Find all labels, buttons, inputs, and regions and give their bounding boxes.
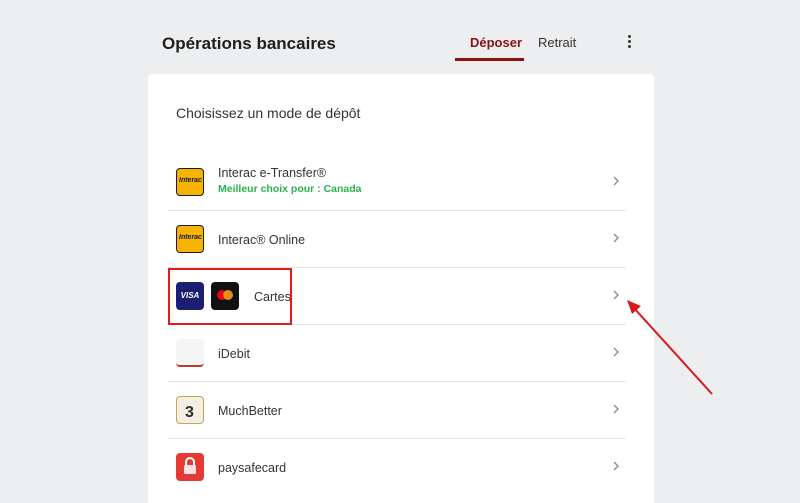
interac-logo-icon: Interac [176,168,204,196]
method-name: MuchBetter [218,404,282,418]
chevron-right-icon [613,404,619,414]
page-title: Opérations bancaires [162,34,336,53]
muchbetter-logo-icon: 3 [176,396,204,424]
method-interac-online[interactable]: Interac Interac® Online [168,211,626,268]
best-choice-note: Meilleur choix pour : Canada [218,183,362,195]
method-name: Interac® Online [218,233,306,247]
method-muchbetter[interactable]: 3 MuchBetter [168,382,626,439]
paysafecard-logo-icon [176,453,204,481]
method-interac-etransfer[interactable]: Interac Interac e-Transfer® Meilleur cho… [168,154,626,211]
more-options-icon[interactable] [625,35,633,51]
method-idebit[interactable]: iDebit [168,325,626,382]
method-name: paysafecard [218,461,287,475]
chevron-right-icon [613,347,619,357]
chevron-right-icon [613,176,619,186]
tab-withdraw[interactable]: Retrait [538,35,576,50]
idebit-logo-icon [176,339,204,367]
svg-text:3: 3 [185,404,194,421]
method-name: iDebit [218,347,250,361]
method-paysafecard[interactable]: paysafecard [168,439,626,496]
section-subtitle: Choisissez un mode de dépôt [176,105,361,121]
interac-logo-icon: Interac [176,225,204,253]
cards-highlight-box [168,268,292,325]
chevron-right-icon [613,233,619,243]
tab-deposit[interactable]: Déposer [470,35,522,50]
chevron-right-icon [613,290,619,300]
method-name: Interac e-Transfer® [218,166,327,180]
header: Opérations bancaires Déposer Retrait [148,0,654,62]
chevron-right-icon [613,461,619,471]
active-tab-indicator [455,58,524,61]
